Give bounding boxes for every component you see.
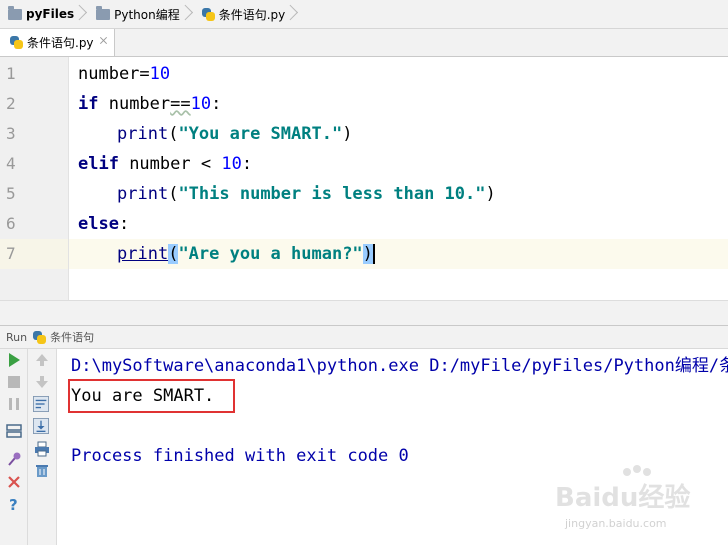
console-exit-message: Process finished with exit code 0: [71, 446, 409, 466]
string-literal: "This number is less than 10.": [178, 184, 486, 204]
baidu-watermark: Baidu经验 jingyan.baidu.com: [555, 465, 725, 545]
code-line-2: if number==10:: [78, 89, 221, 119]
number-literal: 10: [149, 64, 171, 84]
tab-file[interactable]: 条件语句.py: [0, 29, 115, 56]
run-panel-header: Run 条件语句: [0, 325, 728, 349]
line-number: 6: [6, 214, 16, 233]
keyword: if: [78, 94, 99, 114]
colon: :: [118, 214, 130, 234]
paren: (: [168, 124, 179, 144]
breadcrumb-label: 条件语句.py: [218, 7, 286, 22]
run-config-name[interactable]: 条件语句: [50, 329, 94, 345]
breadcrumb-label: Python编程: [114, 7, 180, 22]
chevron-right-icon: [78, 0, 88, 28]
colon: :: [241, 154, 253, 174]
number-literal: 10: [190, 94, 212, 114]
operator: <: [200, 154, 212, 174]
breadcrumb-item-pyfiles[interactable]: pyFiles: [0, 0, 88, 28]
identifier: number: [118, 154, 201, 174]
keyword: else: [78, 214, 119, 234]
run-toolbar-primary: ?: [0, 349, 28, 545]
builtin-function: print: [117, 124, 169, 144]
python-file-icon: [201, 7, 215, 21]
print-icon[interactable]: [34, 441, 50, 457]
paren: (: [168, 184, 179, 204]
string-literal: "You are SMART.": [178, 124, 343, 144]
arrow-down-icon[interactable]: [34, 374, 50, 390]
line-number: 2: [6, 94, 16, 113]
code-line-7: print("Are you a human?"): [117, 239, 375, 269]
code-line-5: print("This number is less than 10."): [117, 179, 496, 209]
rerun-icon[interactable]: [6, 352, 22, 368]
colon: :: [211, 94, 222, 114]
code-line-6: else:: [78, 209, 129, 239]
help-icon[interactable]: ?: [6, 496, 22, 512]
run-toolbar-secondary: [28, 349, 57, 545]
line-number: 3: [6, 124, 16, 143]
chevron-right-icon: [289, 0, 299, 28]
paren-matched: (: [168, 244, 179, 264]
code-line-1: number=10: [78, 59, 170, 89]
scroll-to-end-icon[interactable]: [33, 418, 49, 434]
keyword: elif: [78, 154, 119, 174]
watermark-url: jingyan.baidu.com: [565, 517, 667, 530]
folder-icon: [96, 5, 111, 20]
paren: ): [342, 124, 353, 144]
line-number: 5: [6, 184, 16, 203]
operator-warning: ==: [170, 94, 191, 114]
code-editor[interactable]: 1 2 3 4 5 6 7 number=10 if number==10: p…: [0, 57, 728, 300]
panel-splitter[interactable]: [0, 300, 728, 325]
code-line-4: elif number < 10:: [78, 149, 252, 179]
folder-icon: [8, 5, 22, 20]
watermark-brand: Baidu经验: [555, 483, 691, 513]
soft-wrap-icon[interactable]: [33, 396, 49, 412]
line-number: 4: [6, 154, 16, 173]
output-highlight-box: [68, 379, 235, 413]
text-caret: [372, 244, 375, 264]
breadcrumb: pyFiles Python编程 条件语句.py: [0, 0, 728, 29]
python-file-icon: [33, 330, 47, 344]
line-number: 1: [6, 64, 16, 83]
chevron-right-icon: [184, 0, 194, 28]
stop-icon[interactable]: [6, 374, 22, 390]
number-literal: 10: [221, 154, 242, 174]
identifier: number: [98, 94, 171, 114]
identifier: number: [78, 64, 140, 84]
trash-icon[interactable]: [34, 462, 50, 478]
breadcrumb-label: pyFiles: [26, 7, 75, 21]
breadcrumb-item-python[interactable]: Python编程: [88, 0, 194, 28]
line-number: 7: [6, 244, 16, 263]
tab-label: 条件语句.py: [27, 36, 94, 50]
operator: =: [139, 64, 150, 84]
string-literal: "Are you a human?": [178, 244, 363, 264]
paren: ): [485, 184, 496, 204]
run-panel-label: Run: [6, 330, 28, 344]
builtin-function: print: [117, 184, 169, 204]
builtin-function: print: [117, 244, 169, 264]
breadcrumb-item-file[interactable]: 条件语句.py: [194, 0, 300, 28]
close-icon[interactable]: [6, 474, 22, 490]
python-file-icon: [10, 36, 23, 49]
layout-icon[interactable]: [6, 423, 22, 439]
pause-icon[interactable]: [6, 396, 22, 412]
close-icon[interactable]: [99, 36, 108, 45]
arrow-up-icon[interactable]: [34, 352, 50, 368]
paren-matched: ): [362, 244, 373, 264]
code-line-3: print("You are SMART."): [117, 119, 352, 149]
svg-text:?: ?: [9, 496, 18, 512]
pin-icon[interactable]: [6, 451, 22, 467]
console-command-line[interactable]: D:\mySoftware\anaconda1\python.exe D:/my…: [71, 351, 728, 381]
editor-tab-bar: 条件语句.py: [0, 29, 728, 57]
